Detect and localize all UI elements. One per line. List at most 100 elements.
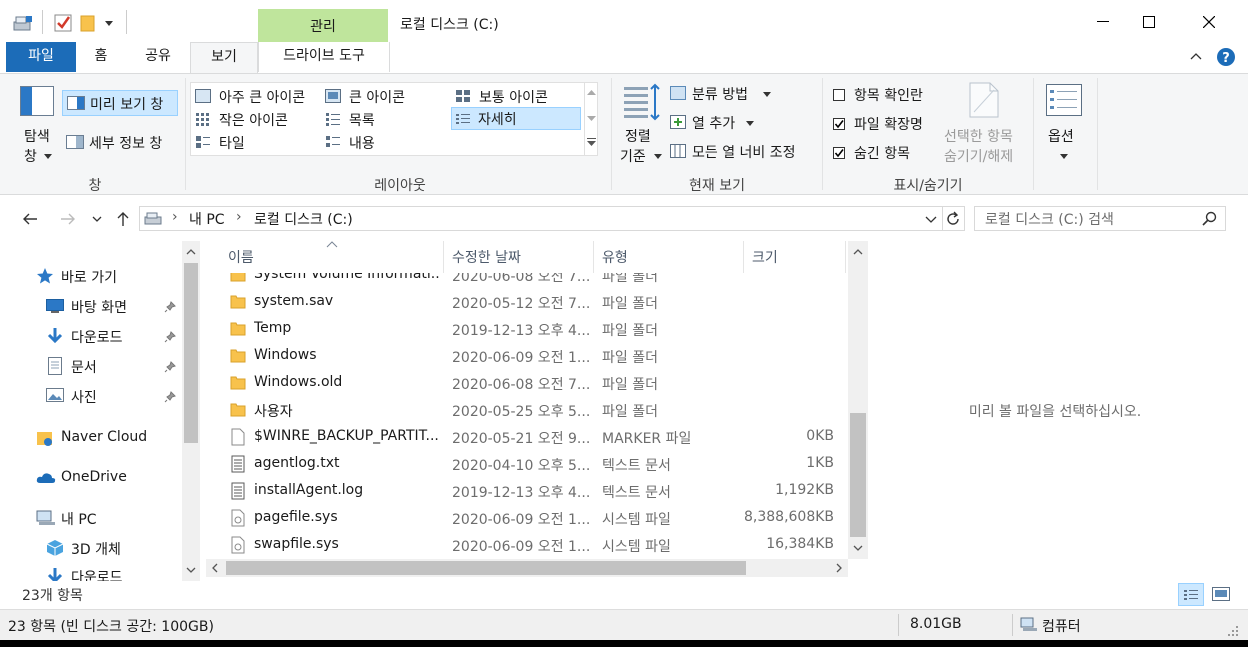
new-folder-icon[interactable] xyxy=(80,14,96,32)
column-header-size[interactable]: 크기 xyxy=(752,247,778,271)
breadcrumb-separator[interactable]: › xyxy=(236,209,242,225)
table-row[interactable]: system.sav 2020-05-12 오전 7... 파일 폴더 xyxy=(206,289,846,316)
table-row[interactable]: pagefile.sys 2020-06-09 오전 1... 시스템 파일 8,38… xyxy=(206,505,846,532)
table-row[interactable]: $WINRE_BACKUP_PARTIT... 2020-05-21 오전 9..… xyxy=(206,424,846,451)
large-icons-view-toggle[interactable] xyxy=(1208,583,1234,606)
scroll-down-icon[interactable] xyxy=(853,545,863,551)
preview-pane-button[interactable]: 미리 보기 창 xyxy=(62,90,178,116)
nav-desktop[interactable]: 바탕 화면 xyxy=(46,295,182,323)
refresh-icon[interactable] xyxy=(945,211,961,227)
gallery-more-icon[interactable] xyxy=(587,138,596,147)
nav-documents[interactable]: 문서 xyxy=(46,355,182,383)
explorer-app-icon[interactable] xyxy=(12,14,34,32)
maximize-button[interactable] xyxy=(1126,0,1172,42)
sort-by-button[interactable]: 정렬 기준 xyxy=(616,80,664,168)
ribbon-collapse-icon[interactable] xyxy=(1190,52,1202,60)
table-row[interactable]: agentlog.txt 2020-04-10 오후 5... 텍스트 문서 1KB xyxy=(206,451,846,478)
nav-quick-access[interactable]: 바로 가기 xyxy=(36,265,176,293)
scroll-up-icon[interactable] xyxy=(186,249,196,255)
pin-icon[interactable] xyxy=(164,391,176,403)
scroll-thumb[interactable] xyxy=(184,263,198,443)
close-button[interactable] xyxy=(1186,0,1232,42)
help-icon[interactable]: ? xyxy=(1216,47,1236,67)
details-pane-button[interactable]: 세부 정보 창 xyxy=(62,130,178,156)
scroll-thumb[interactable] xyxy=(226,561,746,575)
scroll-thumb[interactable] xyxy=(850,413,866,537)
column-divider[interactable] xyxy=(743,241,744,273)
hidden-items-checkbox[interactable] xyxy=(833,147,845,159)
table-row[interactable]: 사용자 2020-05-25 오후 5... 파일 폴더 xyxy=(206,397,846,424)
scroll-up-icon[interactable] xyxy=(853,249,863,255)
scroll-up-icon[interactable] xyxy=(587,90,596,96)
hidden-items-toggle[interactable]: 숨긴 항목 xyxy=(830,140,940,164)
file-extensions-toggle[interactable]: 파일 확장명 xyxy=(830,111,940,135)
column-divider[interactable] xyxy=(845,241,846,273)
column-header-date[interactable]: 수정한 날짜 xyxy=(452,247,521,271)
item-checkboxes-toggle[interactable]: 항목 확인란 xyxy=(830,82,940,106)
layout-large-icons[interactable]: 큰 아이콘 xyxy=(325,85,451,107)
add-columns-button[interactable]: 열 추가 xyxy=(668,111,808,135)
nav-downloads-2[interactable]: 다운로드 xyxy=(46,565,182,581)
table-row[interactable]: Temp 2019-12-13 오후 4... 파일 폴더 xyxy=(206,316,846,343)
layout-details[interactable]: 자세히 xyxy=(451,107,581,130)
tab-share[interactable]: 공유 xyxy=(134,42,182,72)
minimize-button[interactable] xyxy=(1080,0,1126,42)
item-checkboxes-checkbox[interactable] xyxy=(833,89,845,101)
address-history-chevron-icon[interactable] xyxy=(925,216,937,223)
breadcrumb-this-pc[interactable]: 내 PC xyxy=(189,209,225,229)
column-header-type[interactable]: 유형 xyxy=(602,247,628,271)
search-icon[interactable] xyxy=(1202,211,1217,226)
quick-access-dropdown-icon[interactable] xyxy=(104,20,114,28)
scroll-down-icon[interactable] xyxy=(186,567,196,573)
layout-medium-icons[interactable]: 보통 아이콘 xyxy=(453,85,581,107)
nav-onedrive[interactable]: OneDrive xyxy=(36,467,186,495)
table-row[interactable]: swapfile.sys 2020-06-09 오전 1... 시스템 파일 16,3… xyxy=(206,532,846,559)
nav-3d-objects[interactable]: 3D 개체 xyxy=(46,537,182,565)
forward-arrow-icon[interactable] xyxy=(60,213,76,225)
layout-extra-large-icons[interactable]: 아주 큰 아이콘 xyxy=(193,85,323,107)
tab-home[interactable]: 홈 xyxy=(80,42,122,72)
search-box[interactable]: 로컬 디스크 (C:) 검색 xyxy=(974,206,1226,231)
layout-tiles[interactable]: 타일 xyxy=(193,131,323,153)
up-arrow-icon[interactable] xyxy=(116,211,130,227)
layout-content[interactable]: 내용 xyxy=(323,131,451,153)
layout-gallery-scroller[interactable] xyxy=(584,82,598,156)
scroll-down-icon[interactable] xyxy=(587,116,596,122)
column-divider[interactable] xyxy=(443,241,444,273)
table-row[interactable]: Windows.old 2020-06-08 오전 7... 파일 폴더 xyxy=(206,370,846,397)
address-bar[interactable]: › 내 PC › 로컬 디스크 (C:) xyxy=(139,206,965,231)
back-arrow-icon[interactable] xyxy=(22,213,38,225)
options-button[interactable]: 옵션 xyxy=(1040,80,1088,168)
scroll-left-icon[interactable] xyxy=(212,563,218,573)
table-row[interactable]: installAgent.log 2019-12-13 오후 4... 텍스트 문서… xyxy=(206,478,846,505)
resize-grip-icon[interactable] xyxy=(1228,626,1238,636)
details-view-toggle[interactable] xyxy=(1178,583,1204,606)
file-extensions-checkbox[interactable] xyxy=(833,118,845,130)
file-list-scrollbar[interactable] xyxy=(848,241,868,559)
pin-icon[interactable] xyxy=(164,301,176,313)
nav-naver-cloud[interactable]: Naver Cloud xyxy=(36,427,186,455)
properties-icon[interactable] xyxy=(54,14,72,32)
pin-icon[interactable] xyxy=(164,331,176,343)
pin-icon[interactable] xyxy=(164,361,176,373)
breadcrumb-separator[interactable]: › xyxy=(172,209,178,225)
layout-small-icons[interactable]: 작은 아이콘 xyxy=(193,108,323,130)
recent-locations-chevron-icon[interactable] xyxy=(92,216,102,222)
table-row[interactable]: Windows 2020-06-09 오전 1... 파일 폴더 xyxy=(206,343,846,370)
breadcrumb-local-disk[interactable]: 로컬 디스크 (C:) xyxy=(254,209,353,229)
layout-list[interactable]: 목록 xyxy=(323,108,451,130)
tab-view[interactable]: 보기 xyxy=(190,42,258,74)
nav-this-pc[interactable]: 내 PC xyxy=(36,507,186,535)
nav-pictures[interactable]: 사진 xyxy=(46,385,182,413)
table-row[interactable]: System Volume Informati... 2020-06-08 오전 … xyxy=(206,273,846,289)
navigation-pane-button[interactable]: 탐색 창 xyxy=(14,82,60,166)
tab-drive-tools[interactable]: 드라이브 도구 xyxy=(258,42,390,72)
scroll-right-icon[interactable] xyxy=(836,563,842,573)
fit-all-columns-button[interactable]: 모든 열 너비 조정 xyxy=(668,140,818,164)
nav-downloads[interactable]: 다운로드 xyxy=(46,325,182,353)
file-list-horizontal-scrollbar[interactable] xyxy=(206,559,848,577)
navigation-scrollbar[interactable] xyxy=(182,241,200,581)
tab-file[interactable]: 파일 xyxy=(6,42,76,72)
column-header-name[interactable]: 이름 xyxy=(228,247,254,271)
group-by-button[interactable]: 분류 방법 xyxy=(668,82,808,106)
